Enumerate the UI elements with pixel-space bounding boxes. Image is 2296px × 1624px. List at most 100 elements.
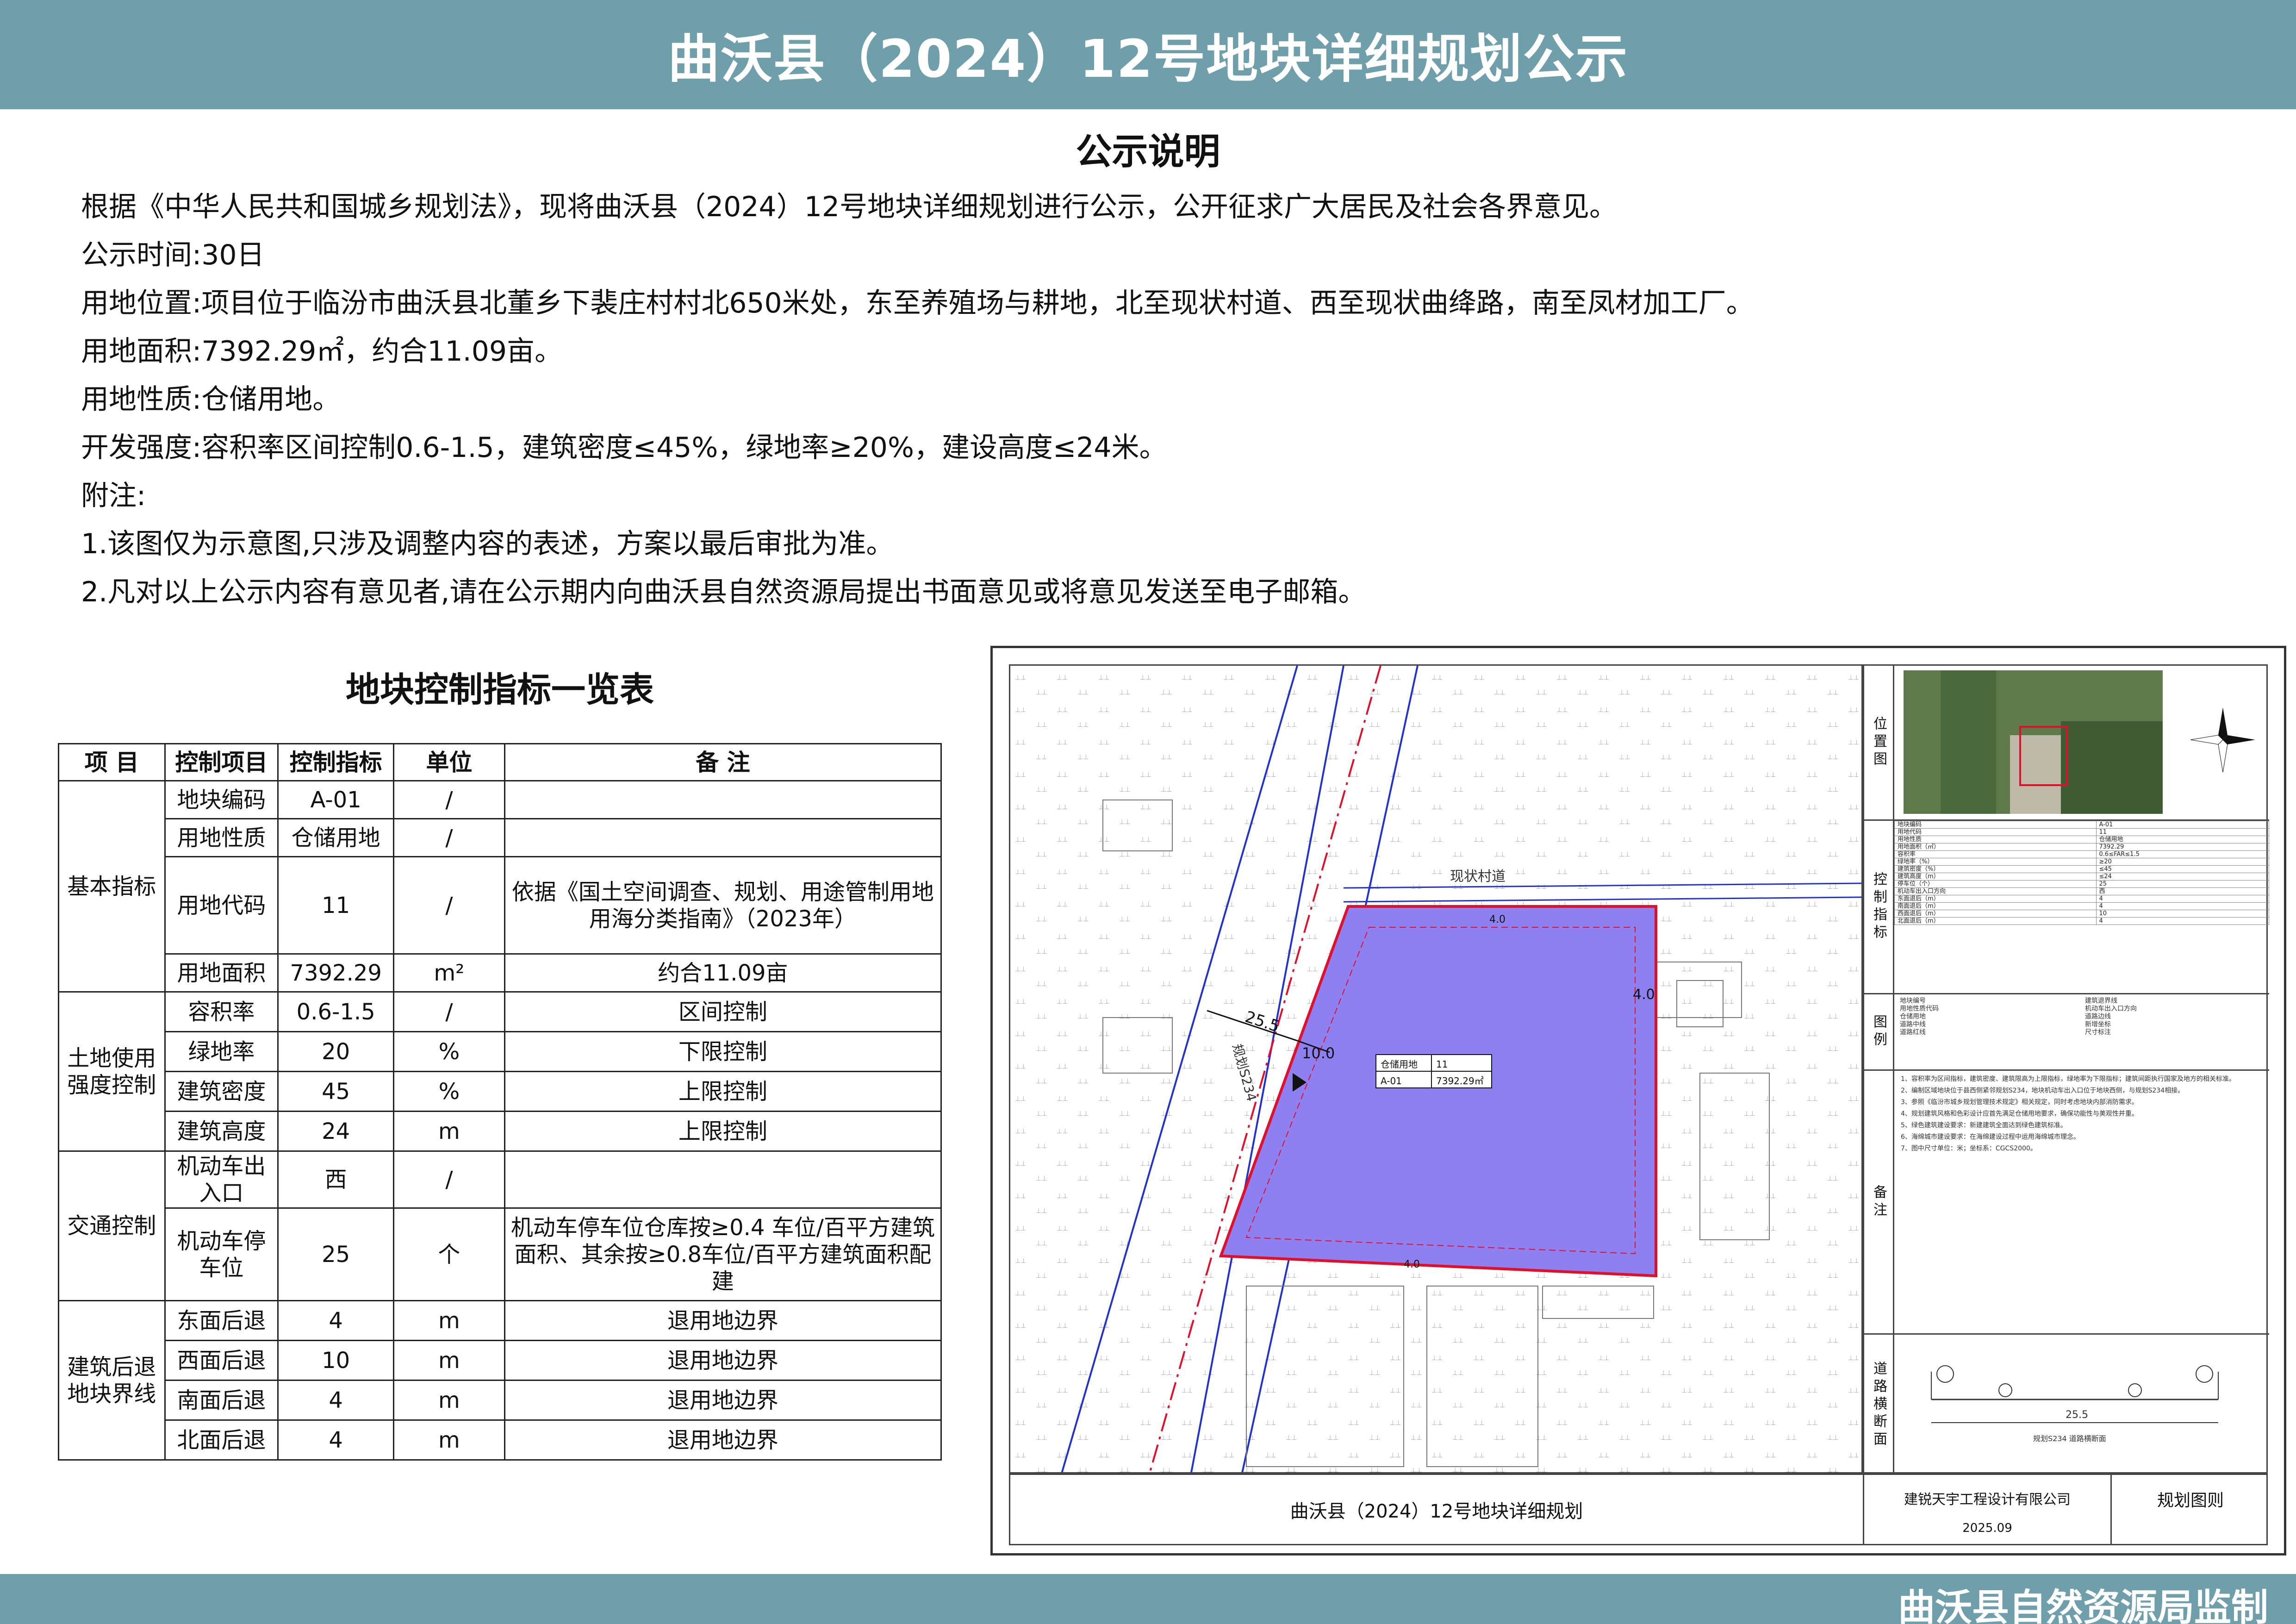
- table-cell: 用地性质: [164, 818, 279, 857]
- table-cell: m: [393, 1419, 505, 1461]
- east-setback-label: 4.0: [1633, 987, 1655, 1003]
- group-cell: 土地使用强度控制: [58, 991, 166, 1152]
- road-section-label: 道路横断面: [1864, 1335, 1894, 1475]
- legend-item: 尺寸标注: [2085, 1029, 2111, 1036]
- legend-item: 道路红线: [1900, 1029, 1926, 1036]
- table-cell: 用地面积: [164, 953, 279, 993]
- legend-item: 机动车出入口方向: [2085, 1005, 2137, 1012]
- table-cell: m: [393, 1300, 505, 1341]
- table-cell: 建筑高度: [164, 1111, 279, 1152]
- legend-item: 建筑退界线: [2085, 997, 2117, 1005]
- table-cell: 0.6-1.5: [277, 991, 395, 1032]
- notice-line-remark-heading: 附注:: [81, 480, 146, 512]
- notice-title: 公示说明: [1076, 131, 1220, 173]
- parcel-area-label: 7392.29㎡: [1436, 1075, 1484, 1087]
- north-arrow-icon: [2190, 707, 2255, 772]
- note-item: 1、容积率为区间指标，建筑密度、建筑限高为上限指标，绿地率为下限指标；建筑间距执…: [1901, 1075, 2235, 1083]
- table-row: 建筑密度 45 % 上限控制: [59, 1071, 942, 1112]
- table-cell: [504, 780, 942, 819]
- table-cell: 20: [277, 1031, 395, 1072]
- project-name: 曲沃县（2024）12号地块详细规划: [1010, 1475, 1864, 1544]
- table-row: 用地性质 仓储用地: [1894, 836, 2270, 843]
- location-aerial-image: [1904, 670, 2163, 814]
- table-cell: 退用地边界: [504, 1300, 942, 1341]
- table-row: 交通控制 机动车出入口 西 /: [58, 1150, 942, 1301]
- table-cell: %: [393, 1071, 505, 1112]
- table-row: 基本指标 地块编码 A-01 /: [58, 780, 942, 993]
- table-cell: 地块编码: [164, 780, 279, 819]
- footer-bar: 曲沃县自然资源局监制: [0, 1574, 2296, 1624]
- table-cell: 西: [277, 1150, 395, 1209]
- drawing-side-panel: 位置图 控制指标 地块编码 A-01 用地代码 11 用地性质 仓储用地 用地面…: [1863, 664, 2270, 1475]
- table-cell: /: [393, 991, 505, 1032]
- site-plan-map: ⊥⊥ ⊥⊥ 现状村道 规划S234 25.5 10.0 4.: [1009, 664, 1863, 1474]
- table-row: 用地性质 仓储用地 /: [59, 818, 942, 857]
- table-row: 西面退后（m） 10: [1894, 910, 2270, 918]
- road-label-north: 现状村道: [1450, 868, 1506, 885]
- table-row: 北面后退 4 m 退用地边界: [59, 1419, 942, 1461]
- table-cell: [504, 818, 942, 857]
- table-row: 建筑后退地块界线 东面后退 4 m 退用地边界: [58, 1300, 942, 1461]
- table-cell: 用地代码: [164, 856, 279, 955]
- table-cell: 西面后退: [164, 1340, 279, 1381]
- table-cell: 机动车停车位: [164, 1207, 279, 1301]
- table-cell: 10: [277, 1340, 395, 1381]
- table-row: 南面后退 4 m 退用地边界: [59, 1380, 942, 1421]
- notice-line-remark-1: 1.该图仅为示意图,只涉及调整内容的表述，方案以最后审批为准。: [81, 528, 894, 560]
- table-cell: 北面后退: [164, 1419, 279, 1461]
- table-cell: 机动车停车位仓库按≥0.4 车位/百平方建筑面积、其余按≥0.8车位/百平方建筑…: [504, 1207, 942, 1301]
- table-cell: 7392.29: [277, 953, 395, 993]
- parcel-use-label: 仓储用地: [1381, 1059, 1418, 1070]
- notice-line-period: 公示时间:30日: [81, 239, 265, 271]
- table-row: 用地代码 11: [1894, 828, 2270, 836]
- table-cell: m: [393, 1111, 505, 1152]
- design-company: 建锐天宇工程设计有限公司: [1904, 1492, 2071, 1508]
- table-cell: /: [393, 1150, 505, 1209]
- table-cell: m: [393, 1380, 505, 1421]
- road-section-section: 道路横断面 25.5 规划S234 道路横断面: [1864, 1335, 2269, 1475]
- table-cell: [504, 1150, 942, 1209]
- table-row: 绿地率（%） ≥20: [1894, 858, 2270, 866]
- table-row: 建筑高度 24 m 上限控制: [59, 1111, 942, 1152]
- indicator-table: 项 目 控制项目 控制指标 单位 备 注 基本指标 地块编码 A-01 / 用地…: [58, 743, 942, 1461]
- section-width-label: 25.5: [2066, 1409, 2088, 1421]
- note-item: 4、规划建筑风格和色彩设计应首先满足仓储用地要求，确保功能性与美观性并重。: [1901, 1110, 2138, 1118]
- table-cell: 建筑密度: [164, 1071, 279, 1112]
- notice-body: 根据《中华人民共和国城乡规划法》，现将曲沃县（2024）12号地块详细规划进行公…: [81, 183, 2256, 616]
- table-cell: 仓储用地: [277, 818, 395, 857]
- table-cell: 约合11.09亩: [504, 953, 942, 993]
- table-header: 控制指标: [277, 743, 395, 781]
- page-title: 曲沃县（2024）12号地块详细规划公示: [667, 29, 1629, 89]
- table-cell: 容积率: [164, 991, 279, 1032]
- table-cell: /: [393, 818, 505, 857]
- note-item: 2、编制区域地块位于县西侧紧邻规划S234，地块机动车出入口位于地块西侧，与规划…: [1901, 1087, 2184, 1094]
- table-row: 机动车停车位 25 个 机动车停车位仓库按≥0.4 车位/百平方建筑面积、其余按…: [59, 1207, 942, 1301]
- drawing-name: 规划图则: [2157, 1491, 2224, 1510]
- south-setback-label: 4.0: [1404, 1259, 1420, 1270]
- group-cell: 建筑后退地块界线: [58, 1300, 166, 1461]
- notice-line-use: 用地性质:仓储用地。: [81, 383, 341, 416]
- table-row: 机动车出入口方向西: [1894, 887, 2270, 895]
- table-row: 建筑高度（m） ≤24: [1894, 873, 2270, 881]
- table-cell: 4: [277, 1380, 395, 1421]
- table-cell: 东面后退: [164, 1300, 279, 1341]
- notes-section: 备注 1、容积率为区间指标，建筑密度、建筑限高为上限指标，绿地率为下限指标；建筑…: [1864, 1071, 2269, 1335]
- table-row: 南面退后（m） 4: [1894, 902, 2270, 910]
- table-cell: m²: [393, 953, 505, 993]
- location-map-label: 位置图: [1864, 666, 1894, 819]
- table-row: 容积率 0.6≤FAR≤1.5: [1894, 850, 2270, 858]
- table-row: 西面后退 10 m 退用地边界: [59, 1340, 942, 1381]
- table-cell: 依据《国土空间调查、规划、用途管制用地用海分类指南》（2023年）: [504, 856, 942, 955]
- parcel-code-label: 11: [1436, 1059, 1448, 1070]
- legend-section: 图例 地块编号 用地性质代码 仓储用地 道路中线 道路红线 建筑退界线 机动车出…: [1864, 994, 2269, 1071]
- table-cell: 退用地边界: [504, 1419, 942, 1461]
- table-cell: 机动车出入口: [164, 1150, 279, 1209]
- indicator-table-title: 地块控制指标一览表: [346, 670, 654, 710]
- location-parcel-outline: [2019, 726, 2068, 786]
- table-cell: 25: [277, 1207, 395, 1301]
- table-cell: 11: [277, 856, 395, 955]
- table-cell: 45: [277, 1071, 395, 1112]
- legend-item: 用地性质代码: [1900, 1005, 1939, 1012]
- legend-item: 道路中线: [1900, 1021, 1926, 1028]
- table-cell: 个: [393, 1207, 505, 1301]
